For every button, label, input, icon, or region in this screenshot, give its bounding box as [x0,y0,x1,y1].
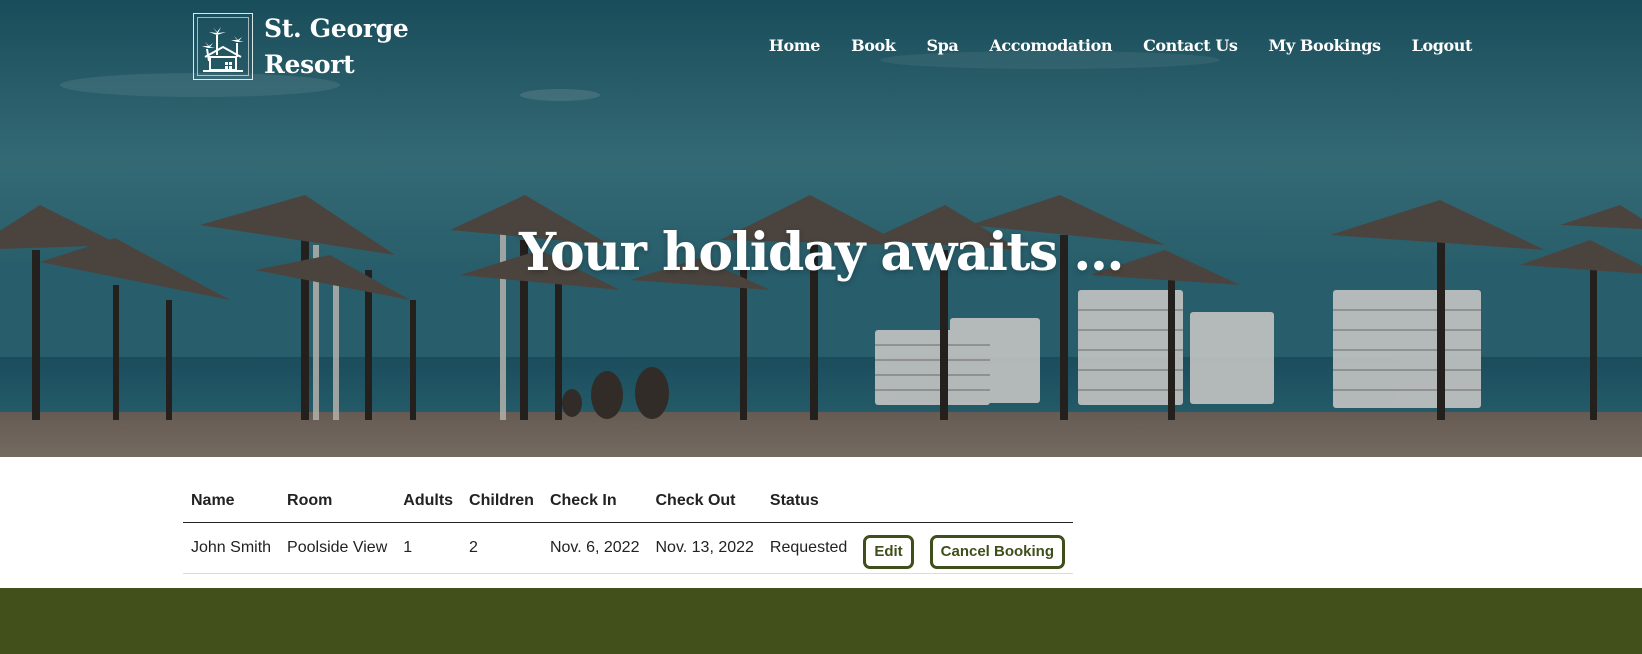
brand-name-line2: Resort [264,49,355,79]
header-check-in: Check In [549,491,617,509]
cell-cancel: Cancel Booking [922,522,1073,573]
hero-title: Your holiday awaits ... [518,222,1125,283]
bookings-table: Name Room Adults Children Check In Check… [183,480,1074,574]
cell-status: Requested [769,538,848,556]
edit-button[interactable]: Edit [863,534,914,569]
brand[interactable]: St. George Resort [193,13,409,80]
header-adults: Adults [403,491,454,509]
cell-check-in: Nov. 6, 2022 [549,538,640,556]
brand-name[interactable]: St. George Resort [264,11,409,83]
hero-banner: St. George Resort Home Book Spa Accomoda… [0,0,1642,457]
cell-edit: Edit [855,522,921,573]
header-status: Status [769,491,819,509]
header-children: Children [469,491,534,509]
header-room: Room [287,491,333,509]
nav-home[interactable]: Home [769,36,821,55]
cell-check-out: Nov. 13, 2022 [655,538,754,556]
cell-name: John Smith [191,538,272,556]
table-header-row: Name Room Adults Children Check In Check… [183,480,1074,522]
nav-my-bookings[interactable]: My Bookings [1269,36,1381,55]
header-name: Name [191,491,235,509]
cancel-booking-button[interactable]: Cancel Booking [929,534,1066,569]
table-row: John Smith Poolside View 1 2 Nov. 6, 202… [183,522,1074,573]
nav-spa[interactable]: Spa [926,36,958,55]
nav-logout[interactable]: Logout [1412,36,1473,55]
header-check-out: Check Out [655,491,736,509]
logo[interactable] [193,13,253,80]
palm-house-icon [202,26,244,72]
bookings-table-section: Name Room Adults Children Check In Check… [183,480,1074,574]
main-nav: Home Book Spa Accomodation Contact Us My… [738,36,1473,55]
brand-name-line1: St. George [264,13,409,43]
cell-room: Poolside View [287,538,388,556]
footer-bar [0,588,1642,654]
nav-accomodation[interactable]: Accomodation [989,36,1112,55]
nav-contact-us[interactable]: Contact Us [1143,36,1238,55]
cell-children: 2 [469,538,478,556]
nav-book[interactable]: Book [851,36,896,55]
cell-adults: 1 [403,538,413,556]
